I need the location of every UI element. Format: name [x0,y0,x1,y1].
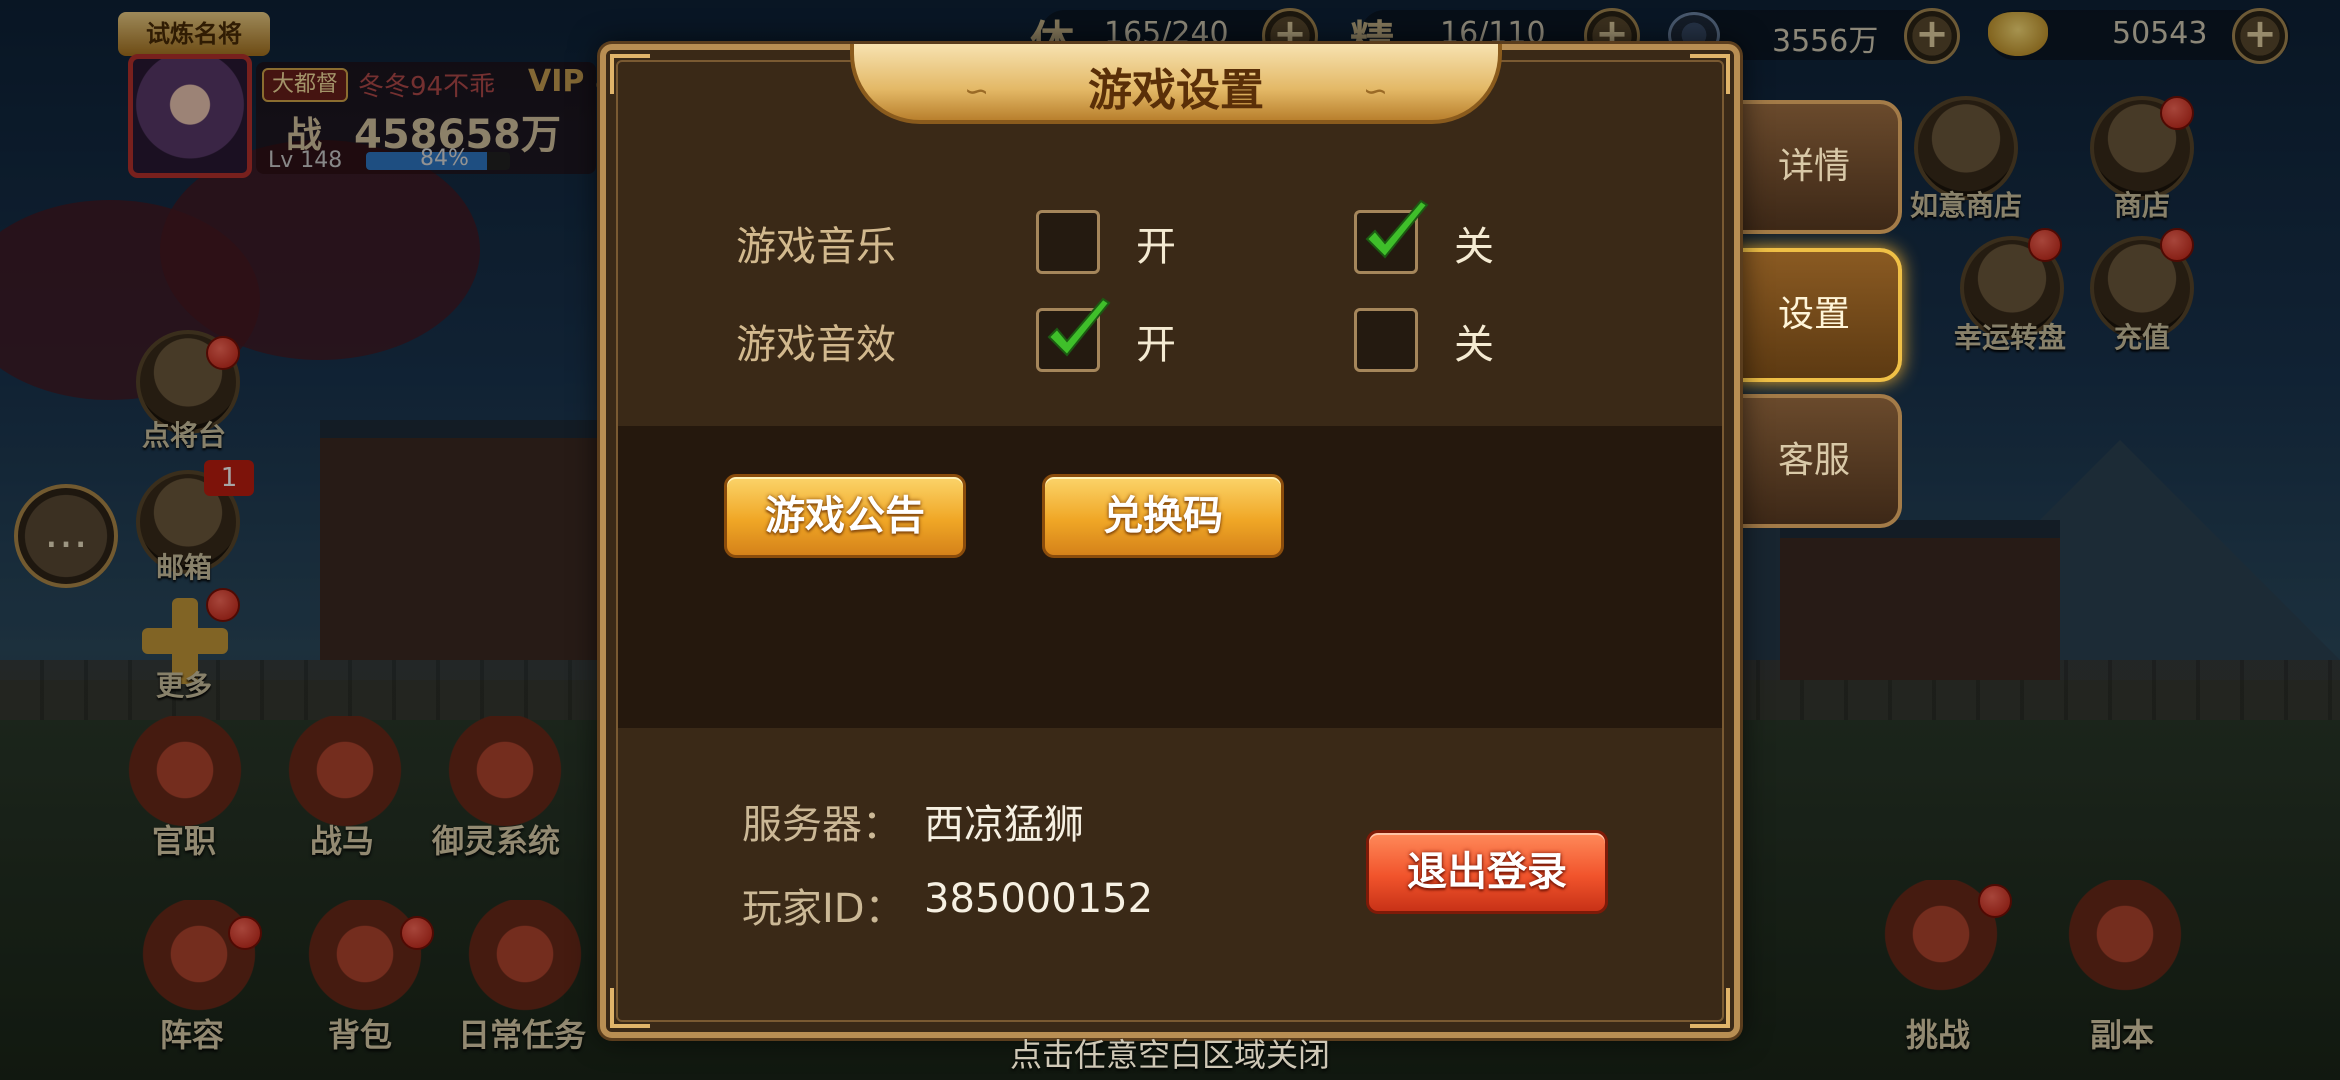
redeem-code-button[interactable]: 兑换码 [1042,474,1284,558]
music-label: 游戏音乐 [736,224,896,270]
dialog-title: 游戏设置 [1088,65,1264,116]
action-band [618,426,1722,728]
corner-ornament [1690,54,1730,94]
sfx-on-checkbox[interactable] [1036,297,1111,372]
checkmark-icon [1365,199,1429,259]
cloud-ornament-icon: ∽ [1362,74,1388,109]
tab-customer-service[interactable]: 客服 [1730,394,1902,528]
sfx-on-label: 开 [1136,322,1176,368]
player-id-label: 玩家ID： [742,886,905,932]
tab-details[interactable]: 详情 [1730,100,1902,234]
music-on-checkbox[interactable] [1036,210,1100,274]
announcement-button[interactable]: 游戏公告 [724,474,966,558]
sfx-off-label: 关 [1454,322,1494,368]
corner-ornament [610,988,650,1028]
settings-dialog: ∽ 游戏设置 ∽ 游戏音乐 开 关 游戏音效 开 关 游戏公告 兑换码 服务器：… [600,44,1740,1038]
corner-ornament [610,54,650,94]
music-off-checkbox[interactable] [1354,199,1429,274]
server-label: 服务器： [742,802,902,848]
server-value: 西凉猛狮 [924,802,1084,848]
logout-button[interactable]: 退出登录 [1366,830,1608,914]
title-banner: ∽ 游戏设置 ∽ [850,44,1502,124]
close-hint: 点击任意空白区域关闭 [1009,1036,1330,1074]
sfx-off-checkbox[interactable] [1354,308,1418,372]
sfx-label: 游戏音效 [736,322,896,368]
tab-settings[interactable]: 设置 [1730,248,1902,382]
player-id-value: 385000152 [924,876,1154,922]
checkmark-icon [1047,297,1111,357]
corner-ornament [1690,988,1730,1028]
music-off-label: 关 [1454,224,1494,270]
music-on-label: 开 [1136,224,1176,270]
